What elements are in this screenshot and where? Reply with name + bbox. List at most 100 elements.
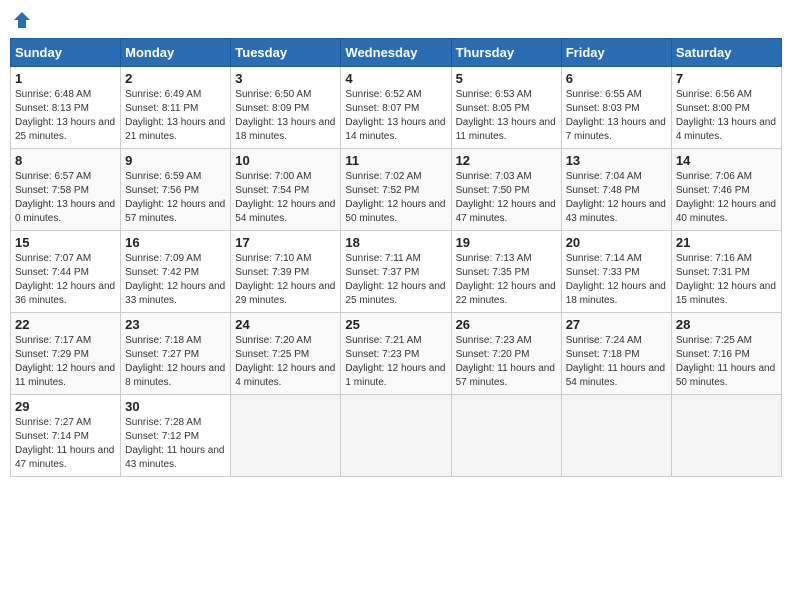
- calendar-cell: 19 Sunrise: 7:13 AMSunset: 7:35 PMDaylig…: [451, 231, 561, 313]
- calendar-cell: 8 Sunrise: 6:57 AMSunset: 7:58 PMDayligh…: [11, 149, 121, 231]
- day-number: 11: [345, 153, 446, 168]
- day-number: 20: [566, 235, 667, 250]
- calendar-cell: 10 Sunrise: 7:00 AMSunset: 7:54 PMDaylig…: [231, 149, 341, 231]
- calendar-week-row: 8 Sunrise: 6:57 AMSunset: 7:58 PMDayligh…: [11, 149, 782, 231]
- day-detail: Sunrise: 7:24 AMSunset: 7:18 PMDaylight:…: [566, 334, 667, 390]
- calendar-cell: [561, 395, 671, 477]
- day-detail: Sunrise: 7:21 AMSunset: 7:23 PMDaylight:…: [345, 334, 446, 390]
- calendar-cell: 29 Sunrise: 7:27 AMSunset: 7:14 PMDaylig…: [11, 395, 121, 477]
- day-number: 6: [566, 71, 667, 86]
- day-number: 7: [676, 71, 777, 86]
- day-number: 25: [345, 317, 446, 332]
- day-detail: Sunrise: 7:25 AMSunset: 7:16 PMDaylight:…: [676, 334, 777, 390]
- calendar-cell: [231, 395, 341, 477]
- calendar-cell: 22 Sunrise: 7:17 AMSunset: 7:29 PMDaylig…: [11, 313, 121, 395]
- weekday-header: Sunday: [11, 39, 121, 67]
- calendar-cell: 1 Sunrise: 6:48 AMSunset: 8:13 PMDayligh…: [11, 67, 121, 149]
- day-detail: Sunrise: 7:11 AMSunset: 7:37 PMDaylight:…: [345, 252, 446, 308]
- day-detail: Sunrise: 6:48 AMSunset: 8:13 PMDaylight:…: [15, 88, 116, 144]
- day-detail: Sunrise: 6:56 AMSunset: 8:00 PMDaylight:…: [676, 88, 777, 144]
- day-number: 13: [566, 153, 667, 168]
- calendar-cell: 24 Sunrise: 7:20 AMSunset: 7:25 PMDaylig…: [231, 313, 341, 395]
- day-number: 8: [15, 153, 116, 168]
- weekday-header: Monday: [121, 39, 231, 67]
- weekday-header: Saturday: [671, 39, 781, 67]
- calendar-cell: 26 Sunrise: 7:23 AMSunset: 7:20 PMDaylig…: [451, 313, 561, 395]
- calendar-week-row: 29 Sunrise: 7:27 AMSunset: 7:14 PMDaylig…: [11, 395, 782, 477]
- calendar-cell: 17 Sunrise: 7:10 AMSunset: 7:39 PMDaylig…: [231, 231, 341, 313]
- day-number: 5: [456, 71, 557, 86]
- day-number: 1: [15, 71, 116, 86]
- day-detail: Sunrise: 6:52 AMSunset: 8:07 PMDaylight:…: [345, 88, 446, 144]
- day-number: 10: [235, 153, 336, 168]
- day-number: 15: [15, 235, 116, 250]
- day-number: 23: [125, 317, 226, 332]
- logo-icon: [12, 10, 32, 30]
- weekday-header: Friday: [561, 39, 671, 67]
- calendar-cell: 18 Sunrise: 7:11 AMSunset: 7:37 PMDaylig…: [341, 231, 451, 313]
- day-number: 3: [235, 71, 336, 86]
- day-detail: Sunrise: 6:55 AMSunset: 8:03 PMDaylight:…: [566, 88, 667, 144]
- day-detail: Sunrise: 7:03 AMSunset: 7:50 PMDaylight:…: [456, 170, 557, 226]
- calendar-cell: 21 Sunrise: 7:16 AMSunset: 7:31 PMDaylig…: [671, 231, 781, 313]
- calendar-cell: 20 Sunrise: 7:14 AMSunset: 7:33 PMDaylig…: [561, 231, 671, 313]
- calendar-cell: 23 Sunrise: 7:18 AMSunset: 7:27 PMDaylig…: [121, 313, 231, 395]
- weekday-header: Tuesday: [231, 39, 341, 67]
- day-number: 21: [676, 235, 777, 250]
- logo: [10, 10, 32, 30]
- day-number: 19: [456, 235, 557, 250]
- weekday-header: Thursday: [451, 39, 561, 67]
- day-number: 26: [456, 317, 557, 332]
- day-detail: Sunrise: 6:57 AMSunset: 7:58 PMDaylight:…: [15, 170, 116, 226]
- day-number: 18: [345, 235, 446, 250]
- day-number: 2: [125, 71, 226, 86]
- weekday-header: Wednesday: [341, 39, 451, 67]
- day-number: 16: [125, 235, 226, 250]
- calendar-cell: [341, 395, 451, 477]
- header: [10, 10, 782, 30]
- day-number: 9: [125, 153, 226, 168]
- day-number: 30: [125, 399, 226, 414]
- day-number: 17: [235, 235, 336, 250]
- calendar-header: SundayMondayTuesdayWednesdayThursdayFrid…: [11, 39, 782, 67]
- day-detail: Sunrise: 7:16 AMSunset: 7:31 PMDaylight:…: [676, 252, 777, 308]
- day-detail: Sunrise: 6:59 AMSunset: 7:56 PMDaylight:…: [125, 170, 226, 226]
- day-detail: Sunrise: 7:17 AMSunset: 7:29 PMDaylight:…: [15, 334, 116, 390]
- calendar-cell: 16 Sunrise: 7:09 AMSunset: 7:42 PMDaylig…: [121, 231, 231, 313]
- day-number: 12: [456, 153, 557, 168]
- day-detail: Sunrise: 7:20 AMSunset: 7:25 PMDaylight:…: [235, 334, 336, 390]
- calendar-cell: 9 Sunrise: 6:59 AMSunset: 7:56 PMDayligh…: [121, 149, 231, 231]
- calendar-cell: 7 Sunrise: 6:56 AMSunset: 8:00 PMDayligh…: [671, 67, 781, 149]
- calendar-cell: 2 Sunrise: 6:49 AMSunset: 8:11 PMDayligh…: [121, 67, 231, 149]
- calendar-week-row: 1 Sunrise: 6:48 AMSunset: 8:13 PMDayligh…: [11, 67, 782, 149]
- calendar-cell: 15 Sunrise: 7:07 AMSunset: 7:44 PMDaylig…: [11, 231, 121, 313]
- calendar-cell: 4 Sunrise: 6:52 AMSunset: 8:07 PMDayligh…: [341, 67, 451, 149]
- day-number: 24: [235, 317, 336, 332]
- calendar-week-row: 22 Sunrise: 7:17 AMSunset: 7:29 PMDaylig…: [11, 313, 782, 395]
- day-detail: Sunrise: 7:09 AMSunset: 7:42 PMDaylight:…: [125, 252, 226, 308]
- calendar-cell: 5 Sunrise: 6:53 AMSunset: 8:05 PMDayligh…: [451, 67, 561, 149]
- day-number: 27: [566, 317, 667, 332]
- calendar-cell: 28 Sunrise: 7:25 AMSunset: 7:16 PMDaylig…: [671, 313, 781, 395]
- day-number: 22: [15, 317, 116, 332]
- day-detail: Sunrise: 7:14 AMSunset: 7:33 PMDaylight:…: [566, 252, 667, 308]
- day-number: 28: [676, 317, 777, 332]
- day-detail: Sunrise: 7:02 AMSunset: 7:52 PMDaylight:…: [345, 170, 446, 226]
- day-number: 14: [676, 153, 777, 168]
- day-detail: Sunrise: 7:07 AMSunset: 7:44 PMDaylight:…: [15, 252, 116, 308]
- calendar-week-row: 15 Sunrise: 7:07 AMSunset: 7:44 PMDaylig…: [11, 231, 782, 313]
- calendar-cell: 11 Sunrise: 7:02 AMSunset: 7:52 PMDaylig…: [341, 149, 451, 231]
- day-detail: Sunrise: 7:27 AMSunset: 7:14 PMDaylight:…: [15, 416, 116, 472]
- day-number: 4: [345, 71, 446, 86]
- calendar-cell: 13 Sunrise: 7:04 AMSunset: 7:48 PMDaylig…: [561, 149, 671, 231]
- day-detail: Sunrise: 7:28 AMSunset: 7:12 PMDaylight:…: [125, 416, 226, 472]
- calendar-cell: 6 Sunrise: 6:55 AMSunset: 8:03 PMDayligh…: [561, 67, 671, 149]
- day-detail: Sunrise: 7:23 AMSunset: 7:20 PMDaylight:…: [456, 334, 557, 390]
- calendar-cell: 25 Sunrise: 7:21 AMSunset: 7:23 PMDaylig…: [341, 313, 451, 395]
- calendar-cell: 30 Sunrise: 7:28 AMSunset: 7:12 PMDaylig…: [121, 395, 231, 477]
- day-detail: Sunrise: 7:00 AMSunset: 7:54 PMDaylight:…: [235, 170, 336, 226]
- calendar-cell: 14 Sunrise: 7:06 AMSunset: 7:46 PMDaylig…: [671, 149, 781, 231]
- day-detail: Sunrise: 7:10 AMSunset: 7:39 PMDaylight:…: [235, 252, 336, 308]
- day-number: 29: [15, 399, 116, 414]
- day-detail: Sunrise: 6:53 AMSunset: 8:05 PMDaylight:…: [456, 88, 557, 144]
